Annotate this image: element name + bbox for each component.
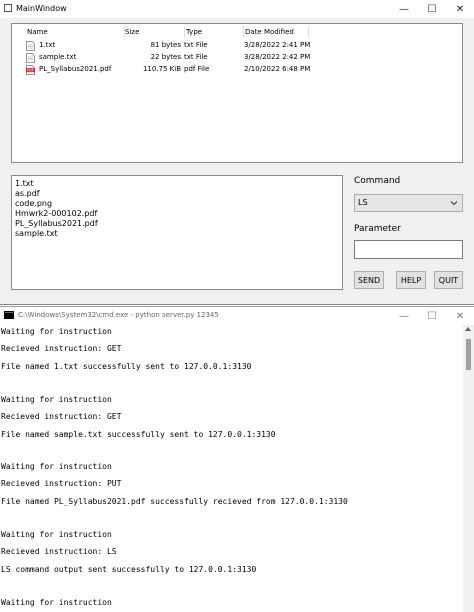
parameter-input[interactable] — [354, 240, 463, 259]
column-divider[interactable] — [184, 26, 185, 38]
file-table[interactable]: Name Size Type Date Modified 1.txt 81 by… — [11, 23, 463, 163]
console-output[interactable]: Waiting for instruction Recieved instruc… — [0, 325, 463, 612]
pdf-icon-label: PDF — [27, 68, 33, 72]
console-line: Recieved instruction: PUT — [1, 479, 122, 488]
txt-file-icon — [26, 53, 35, 63]
console-line: Waiting for instruction — [1, 395, 112, 404]
scroll-up-arrow-icon[interactable] — [465, 327, 471, 331]
main-window: MainWindow — ☐ ✕ Name Size Type Date Mod… — [0, 0, 474, 305]
scrollbar-thumb[interactable] — [466, 339, 471, 370]
table-row[interactable]: 1.txt 81 bytes txt File 3/28/2022 2:41 P… — [12, 40, 462, 52]
chevron-down-icon — [450, 201, 458, 206]
console-window-title: C:\Windows\System32\cmd.exe - python ser… — [18, 311, 219, 319]
pdf-file-icon: PDF — [26, 65, 35, 75]
file-date: 3/28/2022 2:41 PM — [244, 41, 311, 49]
file-date: 2/10/2022 6:48 PM — [244, 65, 311, 73]
file-name: PL_Syllabus2021.pdf — [39, 65, 112, 73]
list-item[interactable]: as.pdf — [15, 189, 40, 198]
file-type: txt File — [184, 41, 208, 49]
console-line: Waiting for instruction — [1, 327, 112, 336]
list-item[interactable]: PL_Syllabus2021.pdf — [15, 219, 98, 228]
close-button[interactable]: ✕ — [446, 0, 474, 18]
list-item[interactable]: 1.txt — [15, 179, 34, 188]
console-window: C:\Windows\System32\cmd.exe - python ser… — [0, 306, 474, 612]
help-button[interactable]: HELP — [396, 271, 426, 289]
main-window-title: MainWindow — [16, 4, 67, 13]
console-minimize-button[interactable]: — — [390, 307, 418, 325]
file-name: 1.txt — [39, 41, 56, 49]
file-type: pdf File — [184, 65, 210, 73]
list-item[interactable]: sample.txt — [15, 229, 58, 238]
console-line: Waiting for instruction — [1, 598, 112, 607]
quit-button[interactable]: QUIT — [434, 271, 463, 289]
file-date: 3/28/2022 2:42 PM — [244, 53, 311, 61]
console-line: File named 1.txt successfully sent to 12… — [1, 362, 252, 371]
console-close-button[interactable]: ✕ — [446, 307, 474, 325]
parameter-label: Parameter — [354, 224, 401, 234]
console-line: Waiting for instruction — [1, 530, 112, 539]
command-value: LS — [358, 198, 368, 207]
command-dropdown[interactable]: LS — [354, 194, 463, 212]
console-line: Waiting for instruction — [1, 462, 112, 471]
table-row[interactable]: PDF PL_Syllabus2021.pdf 110.75 KiB pdf F… — [12, 64, 462, 76]
console-line: Recieved instruction: LS — [1, 547, 117, 556]
file-name: sample.txt — [39, 53, 77, 61]
column-header-date[interactable]: Date Modified — [245, 28, 294, 36]
console-scrollbar[interactable] — [463, 325, 474, 612]
console-line: Recieved instruction: GET — [1, 412, 122, 421]
console-line: File named sample.txt successfully sent … — [1, 430, 276, 439]
main-title-bar[interactable]: MainWindow — ☐ ✕ — [0, 0, 474, 18]
console-title-bar[interactable]: C:\Windows\System32\cmd.exe - python ser… — [0, 307, 474, 324]
column-header-size[interactable]: Size — [125, 28, 139, 36]
column-divider[interactable] — [308, 26, 309, 38]
console-line: File named PL_Syllabus2021.pdf successfu… — [1, 497, 348, 506]
column-divider[interactable] — [243, 26, 244, 38]
file-type: txt File — [184, 53, 208, 61]
column-header-name[interactable]: Name — [27, 28, 48, 36]
table-row[interactable]: sample.txt 22 bytes txt File 3/28/2022 2… — [12, 52, 462, 64]
file-size: 110.75 KiB — [142, 65, 181, 73]
console-line: LS command output sent successfully to 1… — [1, 565, 257, 574]
console-line: Recieved instruction: GET — [1, 344, 122, 353]
txt-file-icon — [26, 41, 35, 51]
file-size: 22 bytes — [150, 53, 181, 61]
app-icon — [4, 4, 12, 12]
send-button[interactable]: SEND — [354, 271, 384, 289]
console-maximize-button[interactable]: ☐ — [418, 307, 446, 325]
list-item[interactable]: code.png — [15, 199, 52, 208]
cmd-icon — [4, 311, 14, 319]
list-item[interactable]: Hmwrk2-000102.pdf — [15, 209, 97, 218]
command-label: Command — [354, 176, 401, 186]
output-list[interactable]: 1.txt as.pdf code.png Hmwrk2-000102.pdf … — [11, 175, 343, 290]
maximize-button[interactable]: ☐ — [418, 0, 446, 18]
column-header-type[interactable]: Type — [186, 28, 202, 36]
minimize-button[interactable]: — — [390, 0, 418, 18]
file-size: 81 bytes — [150, 41, 181, 49]
